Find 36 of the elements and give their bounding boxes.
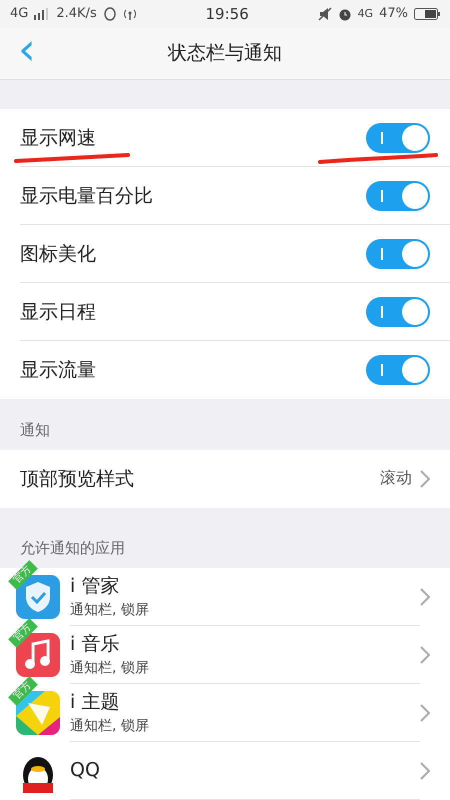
setting-label: 显示流量 bbox=[20, 358, 97, 383]
toggle-switch[interactable] bbox=[366, 296, 430, 327]
setting-label: 图标美化 bbox=[20, 242, 97, 267]
app-detail: 通知栏, 锁屏 bbox=[70, 659, 150, 678]
setting-label: 显示日程 bbox=[20, 300, 97, 325]
chevron-right-icon bbox=[420, 762, 430, 780]
signal-icon bbox=[34, 8, 50, 20]
section-title: 允许通知的应用 bbox=[19, 538, 126, 559]
section-title: 通知 bbox=[19, 420, 51, 441]
toggle-switch[interactable] bbox=[366, 238, 430, 269]
setting-label: 显示电量百分比 bbox=[20, 184, 154, 209]
alarm-icon bbox=[338, 6, 352, 21]
network-label: 4G bbox=[10, 6, 28, 22]
mute-icon bbox=[318, 6, 332, 21]
qq-icon bbox=[102, 6, 117, 21]
app-detail: 通知栏, 锁屏 bbox=[70, 717, 150, 736]
chevron-right-icon bbox=[420, 470, 430, 488]
toggle-switch[interactable] bbox=[366, 354, 430, 385]
app-name: i 主题 bbox=[70, 690, 120, 716]
chevron-right-icon bbox=[420, 588, 430, 606]
network-speed: 2.4K/s bbox=[56, 6, 97, 22]
app-name: i 管家 bbox=[70, 574, 120, 600]
preview-style-row[interactable]: 顶部预览样式 滚动 bbox=[0, 450, 450, 508]
clock-time: 19:56 bbox=[204, 4, 250, 23]
toggle-switch[interactable] bbox=[366, 122, 430, 153]
data-network-label: 4G bbox=[358, 7, 374, 20]
toggle-switch[interactable] bbox=[366, 180, 430, 211]
battery-percent: 47% bbox=[379, 6, 408, 22]
battery-icon bbox=[414, 8, 440, 20]
app-name: QQ bbox=[70, 759, 101, 782]
app-detail: 通知栏, 锁屏 bbox=[70, 601, 150, 620]
setting-label: 显示网速 bbox=[20, 126, 97, 151]
app-name: i 音乐 bbox=[70, 632, 120, 658]
page-title: 状态栏与通知 bbox=[166, 41, 283, 66]
chevron-right-icon bbox=[420, 646, 430, 664]
chevron-right-icon bbox=[420, 704, 430, 722]
